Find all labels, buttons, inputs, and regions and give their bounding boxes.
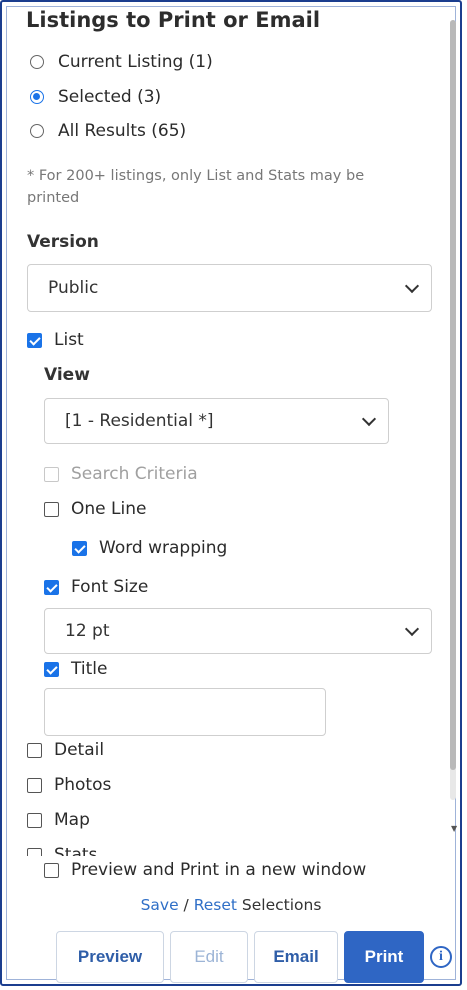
selections-links: Save / Reset Selections	[0, 896, 462, 914]
checkbox-label: Stats	[54, 845, 98, 856]
checkbox[interactable]	[72, 540, 87, 556]
version-value: Public	[48, 278, 99, 298]
checkbox[interactable]	[27, 847, 42, 856]
checkbox-label: List	[54, 330, 84, 350]
version-label: Version	[27, 232, 99, 252]
version-select[interactable]: Public	[27, 264, 432, 312]
font-size-value: 12 pt	[65, 621, 110, 641]
radio-current-listing[interactable]: Current Listing (1)	[30, 52, 213, 72]
view-label: View	[44, 365, 90, 385]
selections-suffix: Selections	[237, 896, 322, 914]
chevron-down-icon	[361, 411, 377, 426]
reset-selections-link[interactable]: Reset	[194, 896, 237, 914]
checkbox-label: Font Size	[71, 577, 149, 597]
checkbox-word-wrapping[interactable]: Word wrapping	[72, 538, 227, 558]
checkbox-detail[interactable]: Detail	[27, 740, 104, 760]
checkbox[interactable]	[27, 777, 42, 793]
checkbox-title[interactable]: Title	[44, 659, 107, 679]
checkbox	[44, 466, 59, 482]
checkbox[interactable]	[27, 742, 42, 758]
view-select[interactable]: [1 - Residential *]	[44, 398, 389, 444]
radio-label: Selected (3)	[58, 87, 162, 107]
checkbox[interactable]	[44, 661, 59, 677]
font-size-select[interactable]: 12 pt	[44, 608, 432, 654]
title-input[interactable]	[44, 688, 326, 736]
checkbox[interactable]	[44, 501, 59, 517]
email-button[interactable]: Email	[254, 931, 338, 983]
print-button[interactable]: Print	[344, 931, 424, 983]
radio-all-results[interactable]: All Results (65)	[30, 121, 186, 141]
radio-button[interactable]	[30, 55, 44, 69]
radio-button[interactable]	[30, 124, 44, 138]
checkbox-preview-new-window[interactable]: Preview and Print in a new window	[44, 860, 366, 880]
checkbox-label: One Line	[71, 499, 147, 519]
radio-button[interactable]	[30, 90, 44, 104]
checkbox-search-criteria: Search Criteria	[44, 464, 198, 484]
checkbox-font-size[interactable]: Font Size	[44, 577, 148, 597]
checkbox-label: Photos	[54, 775, 112, 795]
checkbox-stats[interactable]: Stats	[27, 845, 97, 856]
checkbox-label: Word wrapping	[99, 538, 228, 558]
checkbox-label: Title	[71, 659, 108, 679]
preview-button[interactable]: Preview	[56, 931, 164, 983]
view-value: [1 - Residential *]	[65, 411, 214, 431]
checkbox-photos[interactable]: Photos	[27, 775, 111, 795]
radio-label: Current Listing (1)	[58, 52, 213, 72]
scrollbar-thumb[interactable]	[450, 20, 456, 770]
checkbox[interactable]	[44, 862, 59, 878]
scroll-down-arrow-icon[interactable]: ▼	[451, 824, 457, 833]
print-email-panel	[0, 0, 462, 986]
chevron-down-icon	[404, 621, 420, 636]
checkbox-label: Search Criteria	[71, 464, 198, 484]
checkbox[interactable]	[44, 579, 59, 595]
chevron-down-icon	[404, 278, 420, 293]
listing-limit-note: * For 200+ listings, only List and Stats…	[27, 168, 365, 206]
panel-title: Listings to Print or Email	[26, 8, 321, 32]
clipped-scroll-content: Stats	[22, 842, 442, 856]
radio-label: All Results (65)	[58, 121, 187, 141]
checkbox-one-line[interactable]: One Line	[44, 499, 146, 519]
save-selections-link[interactable]: Save	[141, 896, 179, 914]
info-icon[interactable]: i	[430, 946, 452, 968]
checkbox-label: Preview and Print in a new window	[71, 860, 367, 880]
edit-button[interactable]: Edit	[170, 931, 248, 983]
scrollbar[interactable]	[450, 20, 456, 800]
checkbox[interactable]	[27, 332, 42, 348]
link-separator: /	[178, 896, 194, 914]
checkbox-list[interactable]: List	[27, 330, 84, 350]
checkbox-label: Detail	[54, 740, 105, 760]
checkbox[interactable]	[27, 812, 42, 828]
checkbox-map[interactable]: Map	[27, 810, 90, 830]
radio-selected[interactable]: Selected (3)	[30, 87, 161, 107]
checkbox-label: Map	[54, 810, 90, 830]
